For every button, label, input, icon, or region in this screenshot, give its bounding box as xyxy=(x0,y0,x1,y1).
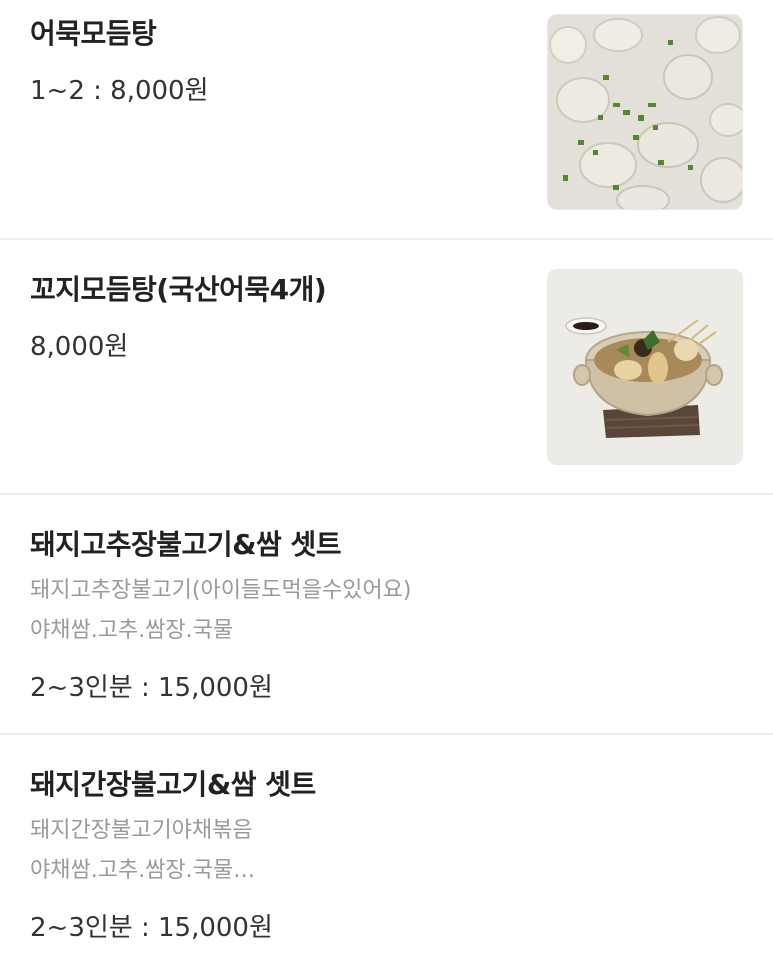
menu-item-name: 어묵모듬탕 xyxy=(30,17,157,50)
menu-item-price: 2~3인분 : 15,000원 xyxy=(30,673,273,703)
menu-item-name: 돼지고추장불고기&쌈 셋트 xyxy=(30,528,342,561)
menu-item-description: 야채쌈.고추.쌈장.국물… xyxy=(30,858,256,883)
menu-item-pork-gochujang-set[interactable]: 돼지고추장불고기&쌈 셋트 돼지고추장불고기(아이들도먹을수있어요) 야채쌈.고… xyxy=(0,495,773,735)
menu-item-description: 돼지고추장불고기(아이들도먹을수있어요) xyxy=(30,578,412,603)
menu-item-fishcake-stew[interactable]: 어묵모듬탕 1~2 : 8,000원 xyxy=(0,0,773,240)
menu-item-price: 2~3인분 : 15,000원 xyxy=(30,913,273,943)
menu-item-price: 1~2 : 8,000원 xyxy=(30,76,209,106)
menu-item-price: 8,000원 xyxy=(30,332,129,362)
menu-item-pork-soy-set[interactable]: 돼지간장불고기&쌈 셋트 돼지간장불고기야채볶음 야채쌈.고추.쌈장.국물… 2… xyxy=(0,735,773,969)
menu-item-name: 꼬지모듬탕(국산어묵4개) xyxy=(30,273,327,306)
menu-item-description: 야채쌈.고추.쌈장.국물 xyxy=(30,618,234,643)
menu-item-skewer-stew[interactable]: 꼬지모듬탕(국산어묵4개) 8,000원 xyxy=(0,240,773,495)
fishcake-soup-photo xyxy=(547,14,743,210)
menu-item-description: 돼지간장불고기야채볶음 xyxy=(30,818,253,843)
menu-item-name: 돼지간장불고기&쌈 셋트 xyxy=(30,768,316,801)
skewer-pot-photo xyxy=(547,269,743,465)
